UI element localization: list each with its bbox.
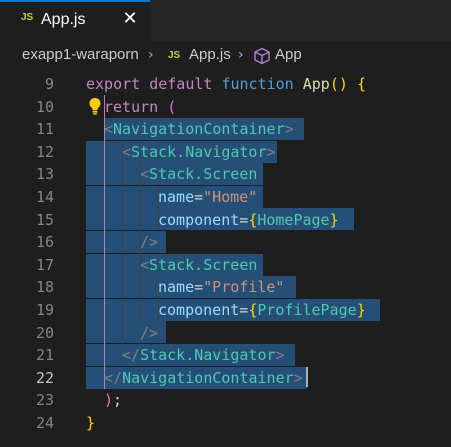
code-line: 23 );: [0, 388, 451, 411]
code-line: 11 <NavigationContainer>: [0, 117, 451, 140]
line-number: 17: [35, 255, 54, 274]
tab-app-js[interactable]: JS App.js ✕: [0, 0, 150, 41]
breadcrumb: exapp1-waraporn › JS App.js › App: [0, 41, 451, 69]
code-line: 19 component={ProfilePage}: [0, 298, 451, 321]
code-text: <Stack.Navigator>: [122, 142, 276, 161]
code-line-current: 22 </NavigationContainer>: [0, 366, 451, 389]
chevron-right-icon: ›: [238, 47, 244, 63]
line-number: 10: [35, 97, 54, 116]
line-number: 20: [35, 323, 54, 342]
line-number: 23: [35, 391, 54, 410]
code-text: </NavigationContainer>: [104, 368, 303, 387]
line-number: 22: [35, 368, 54, 387]
line-number: 16: [35, 233, 54, 252]
js-file-icon: JS: [168, 50, 181, 61]
code-line: 9 export default function App() {: [0, 72, 451, 95]
code-text: }: [86, 414, 96, 432]
breadcrumb-folder[interactable]: exapp1-waraporn: [22, 46, 139, 63]
code-text: );: [104, 391, 123, 410]
code-line: 24 }: [0, 411, 451, 434]
symbol-method-icon: [254, 47, 270, 65]
breadcrumb-symbol[interactable]: App: [275, 46, 302, 63]
code-text: component={HomePage}: [158, 210, 339, 229]
tab-bar: JS App.js ✕: [0, 0, 451, 41]
code-text: <NavigationContainer>: [104, 120, 294, 139]
code-line: 12 <Stack.Navigator>: [0, 140, 451, 163]
line-number: 14: [35, 188, 54, 206]
code-line: 16 />: [0, 230, 451, 253]
code-text: <Stack.Screen: [140, 255, 258, 274]
code-text: name="Profile": [158, 278, 285, 297]
line-number: 24: [35, 414, 54, 432]
text-cursor: [306, 367, 308, 387]
code-text: />: [140, 323, 159, 342]
line-number: 18: [35, 278, 54, 297]
line-number: 9: [44, 75, 54, 93]
code-line: 15 component={HomePage}: [0, 208, 451, 231]
breadcrumb-file[interactable]: App.js: [189, 46, 231, 63]
tab-label: App.js: [41, 11, 86, 28]
code-line: 17 <Stack.Screen: [0, 253, 451, 276]
chevron-right-icon: ›: [148, 47, 154, 63]
code-text: export default function App() {: [86, 75, 366, 93]
js-file-icon: JS: [21, 12, 34, 23]
code-text: name="Home": [158, 188, 258, 206]
code-line: 20 />: [0, 321, 451, 344]
line-number: 19: [35, 301, 54, 319]
code-text: </Stack.Navigator>: [122, 346, 285, 365]
code-line: 10 return (: [0, 95, 451, 118]
close-icon[interactable]: ✕: [120, 9, 140, 29]
code-text: />: [140, 233, 159, 252]
code-line: 18 name="Profile": [0, 275, 451, 298]
line-number: 21: [35, 346, 54, 365]
line-number: 15: [35, 210, 54, 229]
line-number: 12: [35, 142, 54, 161]
code-line: 14 name="Home": [0, 185, 451, 208]
code-text: component={ProfilePage}: [158, 301, 366, 319]
code-line: 13 <Stack.Screen: [0, 162, 451, 185]
line-number: 13: [35, 165, 54, 184]
lightbulb-icon[interactable]: [88, 97, 102, 115]
code-text: return (: [104, 97, 177, 116]
code-text: <Stack.Screen: [140, 165, 258, 184]
code-line: 21 </Stack.Navigator>: [0, 343, 451, 366]
line-number: 11: [35, 120, 54, 139]
code-editor[interactable]: 9 export default function App() { 10 ret…: [0, 69, 451, 447]
